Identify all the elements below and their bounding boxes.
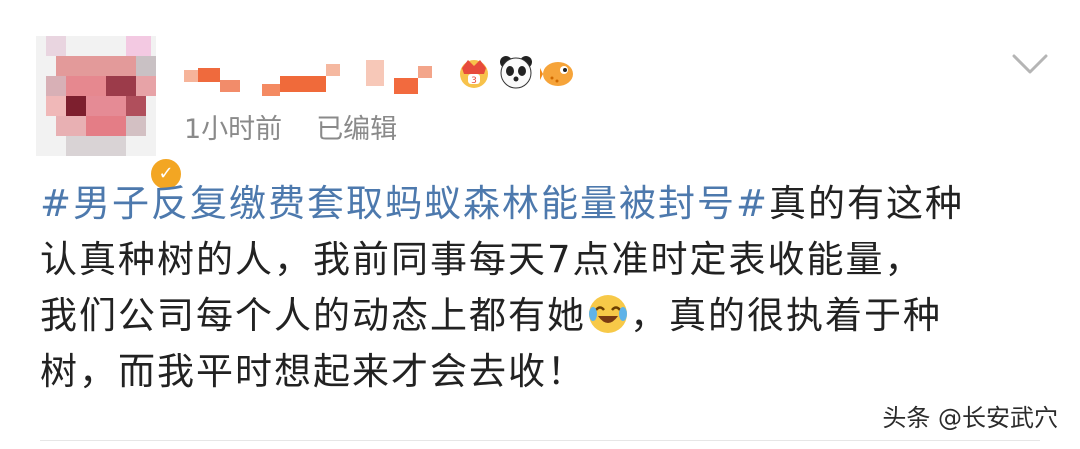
weibo-post-card: ✓ 3 1小时前 已编辑 #男子反复缴费套取蚂蚁森林能量被封号#真的有这种 认真… — [0, 0, 1080, 449]
chevron-down-icon[interactable] — [1010, 52, 1050, 76]
post-time: 1小时前 — [184, 114, 283, 145]
content-line-1: #男子反复缴费套取蚂蚁森林能量被封号#真的有这种 — [40, 176, 1050, 232]
svg-text:3: 3 — [471, 76, 477, 86]
content-line-3: 我们公司每个人的动态上都有她 ，真的很执着于种 — [40, 288, 1050, 344]
avatar[interactable]: ✓ — [36, 36, 184, 192]
post-meta: 1小时前 已编辑 — [184, 112, 397, 148]
panda-icon — [500, 56, 532, 89]
edited-label[interactable]: 已编辑 — [316, 114, 397, 145]
pixelated-avatar-image — [36, 36, 156, 156]
post-content: #男子反复缴费套取蚂蚁森林能量被封号#真的有这种 认真种树的人，我前同事每天7点… — [40, 176, 1050, 400]
content-text: ，真的很执着于种 — [630, 294, 942, 337]
laughing-crying-emoji-icon — [589, 295, 627, 333]
watermark: 头条 @长安武穴 — [882, 404, 1058, 432]
crown-badge-icon[interactable]: 3 — [456, 54, 492, 90]
content-line-2: 认真种树的人，我前同事每天7点准时定表收能量， — [40, 238, 924, 281]
content-text: 我们公司每个人的动态上都有她 — [40, 294, 586, 337]
content-line-4: 树，而我平时想起来才会去收！ — [40, 350, 586, 393]
user-badges: 3 — [456, 52, 576, 92]
content-text: 真的有这种 — [769, 182, 965, 225]
divider — [40, 440, 1040, 441]
pufferfish-icon — [540, 62, 573, 86]
blurred-username[interactable] — [184, 58, 444, 108]
topic-link[interactable]: #男子反复缴费套取蚂蚁森林能量被封号# — [40, 182, 769, 225]
